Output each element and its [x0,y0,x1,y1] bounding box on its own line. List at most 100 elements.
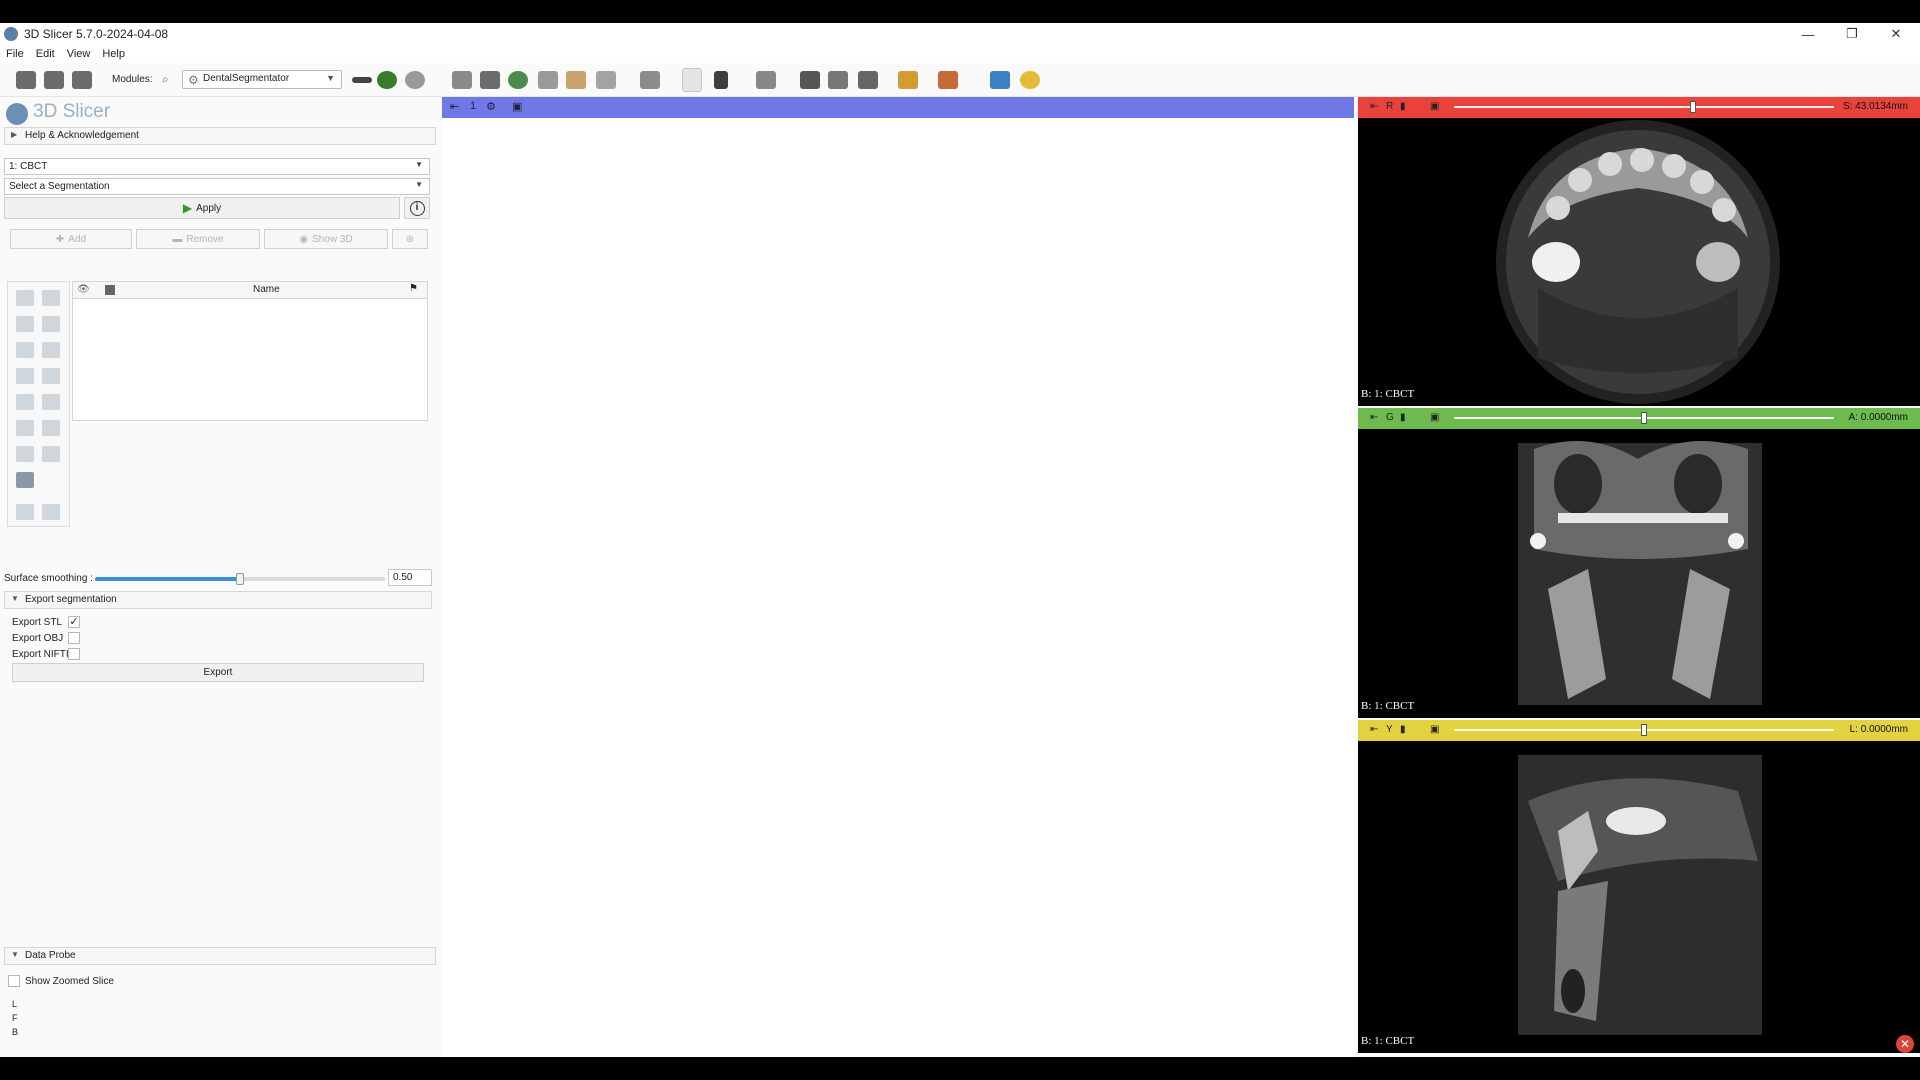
transforms-module-icon[interactable] [538,71,558,89]
pin-icon[interactable]: ⇤ [1370,101,1378,112]
pointer-tool-icon[interactable] [16,290,34,306]
remove-segment-button[interactable]: ▬ Remove [136,229,260,249]
export-nifti-checkbox[interactable] [68,648,80,660]
maximize-view-icon[interactable]: ▣ [1430,412,1439,423]
input-volume-selector[interactable]: 1: CBCT ▼ [4,158,430,175]
color-column-icon[interactable] [105,285,115,295]
surface-smoothing-handle[interactable] [236,573,244,585]
maximize-view-icon[interactable]: ▣ [1430,724,1439,735]
threshold-tool-icon[interactable] [42,290,60,306]
red-slice-offset-slider[interactable] [1454,106,1834,108]
maximize-view-icon[interactable]: ▣ [512,100,522,113]
fiducial-icon[interactable] [858,71,878,89]
menu-view[interactable]: View [67,48,91,60]
logical-operators-tool-icon[interactable] [42,446,60,462]
export-stl-checkbox[interactable]: ✓ [68,616,80,628]
green-slice-view[interactable]: ⇤ G ▮ ▣ A: 0.0000mm B: 1: CBCT [1358,408,1920,718]
forward-arrow-icon[interactable] [405,71,425,89]
screenshot-icon[interactable] [800,71,820,89]
data-probe-section[interactable]: ▼ Data Probe [4,947,436,965]
fill-between-slices-tool-icon[interactable] [42,368,60,384]
link-icon[interactable]: ▮ [1400,724,1406,735]
slicer-logo [6,103,28,125]
redo-icon[interactable] [42,504,60,520]
segments-table[interactable]: 👁 Name ⚑ [72,281,428,421]
add-segment-button[interactable]: ✚ Add [10,229,132,249]
scene-view-icon[interactable] [828,71,848,89]
export-obj-label: Export OBJ [12,633,64,644]
segment-editor-icon[interactable] [596,71,616,89]
name-column-header[interactable]: Name [253,284,280,295]
islands-tool-icon[interactable] [16,446,34,462]
erase-tool-icon[interactable] [16,342,34,358]
smoothing-tool-icon[interactable] [16,420,34,436]
crosshair-icon[interactable] [898,71,918,89]
margin-tool-icon[interactable] [16,394,34,410]
markups-module-icon[interactable] [566,71,586,89]
info-icon: i [409,200,425,216]
layout-icon[interactable] [640,71,660,89]
python-console-icon[interactable] [1020,71,1040,89]
crosshair-tool-icon[interactable] [756,71,776,89]
view-gear-icon[interactable]: ⚙ [486,100,496,113]
menu-file[interactable]: File [6,48,24,60]
module-search-icon[interactable]: ⌕ [162,72,169,87]
yellow-slice-offset-handle[interactable] [1641,724,1647,736]
export-obj-checkbox[interactable] [68,632,80,644]
menu-edit[interactable]: Edit [36,48,55,60]
data-module-icon[interactable] [452,71,472,89]
draw-tool-icon[interactable] [42,316,60,332]
apply-button[interactable]: ▶ Apply [4,197,400,219]
undo-icon[interactable] [16,504,34,520]
segment-options-button[interactable]: ⊕ [392,229,428,249]
modules-label: Modules: [112,74,153,85]
module-history-icon[interactable] [352,77,372,83]
green-slice-offset-handle[interactable] [1641,412,1647,424]
red-slice-view[interactable]: ⇤ R ▮ ▣ S: 43.0134mm B: 1: CBCT [1358,97,1920,406]
load-data-icon[interactable] [16,71,36,89]
visibility-column-icon[interactable]: 👁 [77,284,90,295]
pin-icon[interactable]: ⇤ [1370,412,1378,423]
cursor-placement-icon[interactable] [938,71,958,89]
select-pointer-icon[interactable] [682,68,702,92]
window-level-icon[interactable] [714,71,728,89]
pin-icon[interactable]: ⇤ [450,100,459,113]
restore-button[interactable]: ❐ [1830,23,1874,45]
surface-smoothing-spinbox[interactable]: 0.50 [388,569,432,586]
level-tracing-tool-icon[interactable] [42,342,60,358]
error-log-icon[interactable]: ✕ [1896,1035,1914,1053]
minimize-button[interactable]: — [1786,23,1830,45]
back-arrow-icon[interactable] [377,71,397,89]
export-section[interactable]: ▼ Export segmentation [4,591,432,609]
export-stl-label: Export STL [12,617,63,628]
scissors-tool-icon[interactable] [42,420,60,436]
models-module-icon[interactable] [508,71,528,89]
export-button[interactable]: Export [12,663,424,682]
module-selector[interactable]: ⚙ DentalSegmentator ▼ [182,70,342,89]
red-slice-offset-handle[interactable] [1690,101,1697,113]
pin-icon[interactable]: ⇤ [1370,724,1378,735]
yellow-slice-view[interactable]: ⇤ Y ▮ ▣ L: 0.0000mm B: 1: CBCT [1358,720,1920,1053]
close-button[interactable]: ✕ [1874,23,1918,45]
mask-volume-tool-icon[interactable] [16,472,34,488]
3d-view[interactable]: ⇤ 1 ⚙ ▣ [442,97,1354,1057]
show-zoomed-slice-checkbox[interactable] [8,975,20,987]
paint-tool-icon[interactable] [16,316,34,332]
coronal-ct-image [1518,441,1762,705]
menu-help[interactable]: Help [102,48,125,60]
segmentation-selector[interactable]: Select a Segmentation ▼ [4,178,430,195]
export-nifti-label: Export NIFTI [12,649,69,660]
dicom-icon[interactable] [44,71,64,89]
volumes-module-icon[interactable] [480,71,500,89]
help-section[interactable]: ▶ Help & Acknowledgement [4,127,436,145]
hollow-tool-icon[interactable] [42,394,60,410]
link-icon[interactable]: ▮ [1400,412,1406,423]
flag-column-icon[interactable]: ⚑ [409,283,418,294]
maximize-view-icon[interactable]: ▣ [1430,101,1439,112]
info-button[interactable]: i [404,197,430,219]
save-icon[interactable] [72,71,92,89]
link-icon[interactable]: ▮ [1400,101,1406,112]
grow-seeds-tool-icon[interactable] [16,368,34,384]
extension-manager-icon[interactable] [990,71,1010,89]
show3d-button[interactable]: ◉ Show 3D [264,229,388,249]
